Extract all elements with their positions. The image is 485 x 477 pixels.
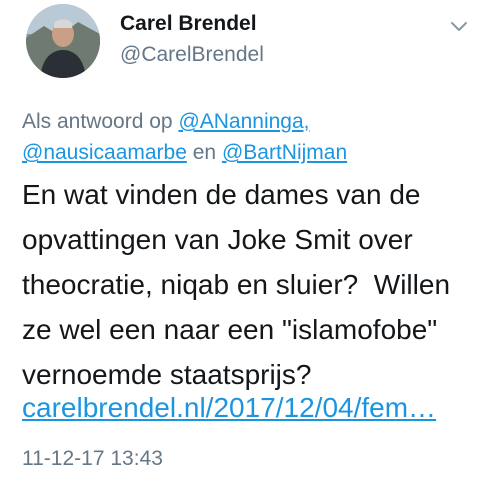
profile-photo-icon — [26, 4, 100, 78]
tweet-link[interactable]: carelbrendel.nl/2017/12/04/fem… — [22, 390, 436, 426]
reply-context: Als antwoord op @ANanninga, — [22, 110, 310, 134]
author-handle[interactable]: @CarelBrendel — [120, 43, 264, 67]
chevron-down-icon[interactable] — [449, 19, 469, 33]
tweet-text: En wat vinden de dames van de opvattinge… — [22, 172, 477, 397]
tweet-line: theocratie, niqab en sluier? Willen — [22, 269, 451, 300]
tweet-line: En wat vinden de dames van de — [22, 179, 421, 210]
mention-ananninga[interactable]: @ANanninga, — [178, 110, 309, 133]
avatar[interactable] — [26, 4, 100, 78]
tweet-line: opvattingen van Joke Smit over — [22, 224, 413, 255]
reply-conjunction: en — [192, 141, 217, 164]
author-display-name[interactable]: Carel Brendel — [120, 12, 257, 36]
tweet-line: ze wel een naar een "islamofobe" — [22, 314, 438, 345]
mention-bartnijman[interactable]: @BartNijman — [222, 141, 347, 164]
tweet-timestamp[interactable]: 11-12-17 13:43 — [22, 447, 163, 471]
reply-prefix: Als antwoord op — [22, 110, 173, 133]
mention-nausicaamarbe[interactable]: @nausicaamarbe — [22, 141, 187, 164]
reply-context-continued: @nausicaamarbe en @BartNijman — [22, 141, 347, 165]
